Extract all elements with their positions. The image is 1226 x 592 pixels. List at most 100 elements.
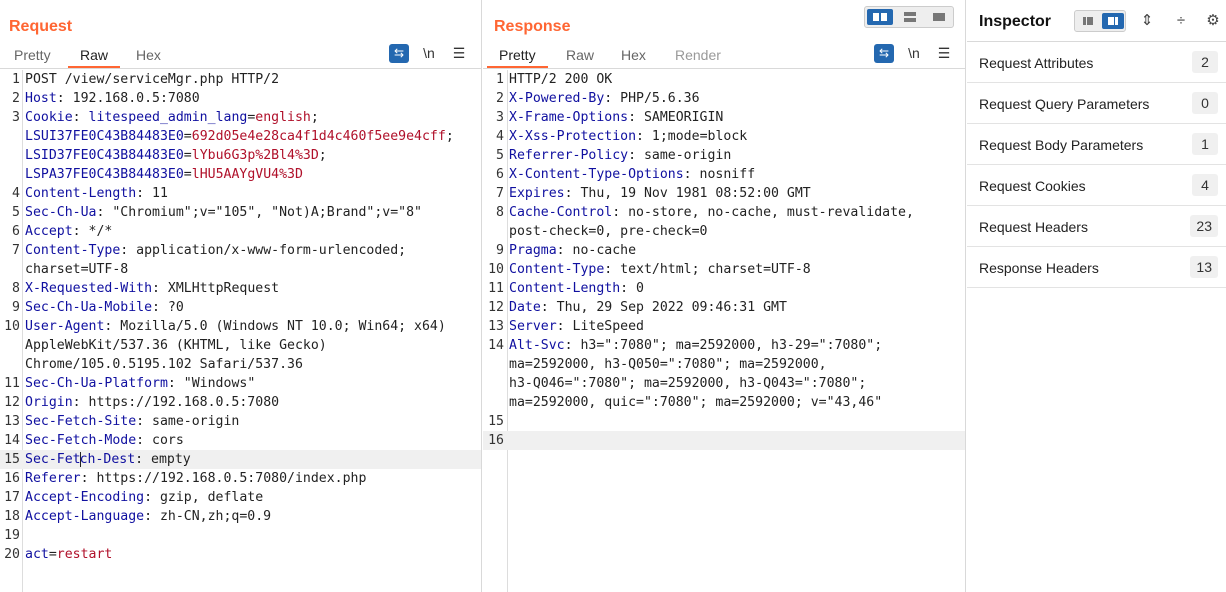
text-segment: : nosniff bbox=[683, 167, 756, 182]
menu-icon[interactable]: ☰ bbox=[934, 44, 954, 63]
request-line: 5 Sec-Ch-Ua: "Chromium";v="105", "Not)A;B… bbox=[0, 203, 481, 222]
request-line-text: charset=UTF-8 bbox=[25, 260, 481, 279]
newline-toggle[interactable]: \n bbox=[904, 44, 924, 63]
request-line-text: Origin: https://192.168.0.5:7080 bbox=[25, 393, 481, 412]
request-line: 16 Referer: https://192.168.0.5:7080/inde… bbox=[0, 469, 481, 488]
text-segment: Chrome/105.0.5195.102 Safari/537.36 bbox=[25, 357, 303, 372]
inspector-row[interactable]: Request Attributes 2 bbox=[967, 42, 1226, 83]
inspector-row-count: 4 bbox=[1192, 174, 1218, 196]
text-segment: : SAMEORIGIN bbox=[628, 110, 724, 125]
text-segment: = bbox=[48, 547, 57, 562]
request-line-text: Sec-Ch-Ua-Platform: "Windows" bbox=[25, 374, 481, 393]
wrap-icon[interactable]: ⇆ bbox=[874, 44, 894, 63]
inspector-row[interactable]: Request Headers 23 bbox=[967, 206, 1226, 247]
request-line: 9 Sec-Ch-Ua-Mobile: ?0 bbox=[0, 298, 481, 317]
request-line-text: Sec-Fetch-Mode: cors bbox=[25, 431, 481, 450]
layout-single-icon[interactable] bbox=[926, 9, 952, 25]
expand-icon[interactable]: ⇕ bbox=[1137, 11, 1157, 31]
header-name: Origin bbox=[25, 395, 73, 410]
header-name: X-Xss-Protection bbox=[509, 129, 637, 144]
response-tab-hex[interactable]: Hex bbox=[621, 46, 646, 68]
header-name: Sec-Ch-Ua-Mobile bbox=[25, 300, 153, 315]
response-editor[interactable]: 1 HTTP/2 200 OK 2 X-Powered-By: PHP/5.6.36 3… bbox=[483, 70, 965, 592]
request-line-text: LSID37FE0C43B84483E0=lYbu6G3p%2Bl4%3D; bbox=[25, 146, 481, 165]
collapse-icon[interactable]: ÷ bbox=[1171, 11, 1191, 31]
request-tab-raw[interactable]: Raw bbox=[68, 46, 121, 68]
inspector-layout-toggle bbox=[1074, 10, 1126, 32]
header-name: Sec-Fetch-Dest bbox=[25, 451, 136, 467]
request-line-text: Sec-Ch-Ua: "Chromium";v="105", "Not)A;Br… bbox=[25, 203, 481, 222]
request-line: 10 User-Agent: Mozilla/5.0 (Windows NT 10… bbox=[0, 317, 481, 336]
response-tab-pretty[interactable]: Pretty bbox=[487, 46, 548, 68]
header-name: Content-Type bbox=[509, 262, 605, 277]
line-number: 8 bbox=[496, 205, 504, 220]
inspector-panel-right-icon[interactable] bbox=[1102, 13, 1124, 29]
param-value: 692d05e4e28ca4f1d4c460f5ee9e4cff bbox=[191, 129, 446, 144]
line-number: 6 bbox=[12, 224, 20, 239]
request-line-text: Chrome/105.0.5195.102 Safari/537.36 bbox=[25, 355, 481, 374]
request-tab-pretty[interactable]: Pretty bbox=[14, 46, 51, 68]
response-line: 4 X-Xss-Protection: 1;mode=block bbox=[483, 127, 965, 146]
line-number: 12 bbox=[488, 300, 504, 315]
request-line-text: Accept-Language: zh-CN,zh;q=0.9 bbox=[25, 507, 481, 526]
inspector-row[interactable]: Request Cookies 4 bbox=[967, 165, 1226, 206]
text-segment: ; bbox=[318, 148, 327, 163]
request-editor[interactable]: 1 POST /view/serviceMgr.php HTTP/2 2 Host: … bbox=[0, 70, 481, 592]
line-number: 15 bbox=[488, 414, 504, 429]
line-number: 10 bbox=[488, 262, 504, 277]
inspector-row-count: 23 bbox=[1190, 215, 1218, 237]
response-line-text: X-Powered-By: PHP/5.6.36 bbox=[509, 89, 965, 108]
response-line: 3 X-Frame-Options: SAMEORIGIN bbox=[483, 108, 965, 127]
header-name: Content-Length bbox=[509, 281, 621, 296]
response-line-text: Date: Thu, 29 Sep 2022 09:46:31 GMT bbox=[509, 298, 965, 317]
inspector-row-label: Request Headers bbox=[979, 219, 1088, 235]
param-name: LSID37FE0C43B84483E0 bbox=[25, 148, 184, 163]
response-tab-raw[interactable]: Raw bbox=[566, 46, 594, 68]
line-number: 11 bbox=[488, 281, 504, 296]
response-line-text: X-Frame-Options: SAMEORIGIN bbox=[509, 108, 965, 127]
header-name: Sec-Ch-Ua bbox=[25, 205, 97, 220]
header-name: Referrer-Policy bbox=[509, 148, 629, 163]
inspector-row[interactable]: Response Headers 13 bbox=[967, 247, 1226, 288]
request-title: Request bbox=[9, 18, 73, 35]
request-line-text: act=restart bbox=[25, 545, 481, 564]
wrap-icon[interactable]: ⇆ bbox=[389, 44, 409, 63]
line-number: 19 bbox=[4, 528, 20, 543]
response-line: post-check=0, pre-check=0 bbox=[483, 222, 965, 241]
inspector-row-label: Request Cookies bbox=[979, 178, 1086, 194]
text-segment: = bbox=[183, 129, 192, 144]
inspector-row[interactable]: Request Query Parameters 0 bbox=[967, 83, 1226, 124]
line-number: 1 bbox=[496, 72, 504, 87]
request-line: AppleWebKit/537.36 (KHTML, like Gecko) bbox=[0, 336, 481, 355]
request-tab-hex[interactable]: Hex bbox=[136, 46, 161, 68]
line-number: 10 bbox=[4, 319, 20, 334]
request-line: 13 Sec-Fetch-Site: same-origin bbox=[0, 412, 481, 431]
layout-stacked-icon[interactable] bbox=[897, 9, 923, 25]
header-name: Content-Length bbox=[25, 186, 137, 201]
menu-icon[interactable]: ☰ bbox=[449, 44, 469, 63]
inspector-row[interactable]: Request Body Parameters 1 bbox=[967, 124, 1226, 165]
request-line: 4 Content-Length: 11 bbox=[0, 184, 481, 203]
response-line: 5 Referrer-Policy: same-origin bbox=[483, 146, 965, 165]
inspector-panel-left-icon[interactable] bbox=[1077, 13, 1099, 29]
request-line-text: Cookie: litespeed_admin_lang=english; bbox=[25, 108, 481, 127]
request-line: LSID37FE0C43B84483E0=lYbu6G3p%2Bl4%3D; bbox=[0, 146, 481, 165]
layout-side-by-side-icon[interactable] bbox=[867, 9, 893, 25]
text-segment: : 192.168.0.5:7080 bbox=[56, 91, 200, 106]
text-segment: : zh-CN,zh;q=0.9 bbox=[144, 509, 272, 524]
request-line: 12 Origin: https://192.168.0.5:7080 bbox=[0, 393, 481, 412]
response-line: 16 bbox=[483, 431, 965, 450]
line-number: 5 bbox=[12, 205, 20, 220]
request-line-text: AppleWebKit/537.36 (KHTML, like Gecko) bbox=[25, 336, 481, 355]
gear-icon[interactable]: ⚙ bbox=[1203, 11, 1223, 31]
request-line-text: Sec-Ch-Ua-Mobile: ?0 bbox=[25, 298, 481, 317]
text-segment: : 0 bbox=[620, 281, 644, 296]
header-name: Sec-Ch-Ua-Platform bbox=[25, 376, 168, 391]
line-number: 7 bbox=[496, 186, 504, 201]
response-line-text: h3-Q046=":7080"; ma=2592000, h3-Q043=":7… bbox=[509, 374, 965, 393]
request-line-text: Accept-Encoding: gzip, deflate bbox=[25, 488, 481, 507]
newline-toggle[interactable]: \n bbox=[419, 44, 439, 63]
response-tab-render[interactable]: Render bbox=[675, 46, 721, 68]
text-segment: : https://192.168.0.5:7080/index.php bbox=[80, 471, 367, 486]
response-line-text: Pragma: no-cache bbox=[509, 241, 965, 260]
